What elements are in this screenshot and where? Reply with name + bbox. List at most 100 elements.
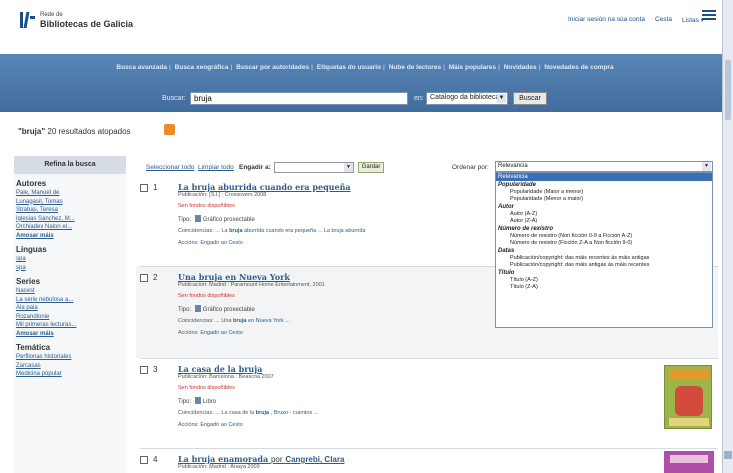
facet-item[interactable]: Strabas, Teresa <box>16 206 126 215</box>
result-title[interactable]: La casa de la bruja <box>178 364 262 374</box>
sort-group: Número de rexistro <box>498 226 554 232</box>
facet-item[interactable]: spa <box>16 255 126 264</box>
sort-option[interactable]: Autor (Z-A) <box>496 218 712 225</box>
catalog-select[interactable]: Catálogo da biblioteca ▼ <box>426 92 508 105</box>
chevron-down-icon[interactable]: ▼ <box>344 163 353 172</box>
result-availability: Sen fondos dispoñibles <box>178 203 235 209</box>
main-nav: Busca avanzada | Busca xeográfica | Buscar… <box>116 64 614 71</box>
chevron-down-icon[interactable]: ▼ <box>497 94 506 103</box>
result-publication: Publicación: Madrid : Anaya 2009 <box>178 464 260 470</box>
result-actions: Accións: Engadir ao Cesto <box>178 422 243 428</box>
scroll-down-icon[interactable] <box>724 451 732 459</box>
book-cover-thumbnail[interactable] <box>664 451 714 473</box>
results-count: 20 resultados atopados <box>45 127 131 136</box>
nav-advanced-search[interactable]: Busca avanzada <box>116 64 167 71</box>
sort-option[interactable]: Publicación/copyright: das máis recentes… <box>496 255 712 262</box>
sort-select[interactable]: Relevancia ▼ <box>495 161 713 172</box>
facet-item[interactable]: Zarcasas <box>16 362 126 371</box>
book-icon <box>194 397 201 404</box>
clear-all-link[interactable]: Limpiar todo <box>198 164 234 171</box>
add-to-cart-link[interactable]: Engadir ao Cesto <box>200 240 243 246</box>
vertical-scrollbar[interactable] <box>722 0 733 473</box>
browser-page: Rede de Bibliotecas de Galicia Iniciar s… <box>0 0 722 473</box>
logo-title[interactable]: Bibliotecas de Galicia <box>40 19 133 29</box>
sort-option[interactable]: Popularidade (Menor a maior) <box>496 196 712 203</box>
result-author[interactable]: Cangrebi, Clara <box>285 455 344 464</box>
chevron-down-icon[interactable]: ▼ <box>702 162 711 171</box>
sort-option[interactable]: Título (Z-A) <box>496 284 712 291</box>
scrollbar-thumb[interactable] <box>725 60 731 120</box>
add-to-cart-link[interactable]: Engadir ao Cesto <box>200 330 243 336</box>
nav-purchase-news[interactable]: Novedades de compra <box>544 64 613 71</box>
book-cover-thumbnail[interactable] <box>664 365 712 429</box>
add-to-select[interactable]: ▼ <box>274 162 354 173</box>
nav-most-popular[interactable]: Máis populares <box>449 64 496 71</box>
result-availability: Sen fondos dispoñibles <box>178 385 235 391</box>
result-matches: Coincidencias: ... La bruja aburrida cua… <box>178 228 366 234</box>
facet-item[interactable]: Nacest <box>16 287 126 296</box>
result-matches: Coincidencias: ... La casa de la bruja ,… <box>178 410 319 416</box>
lists-link[interactable]: Listas ▾ <box>682 16 704 24</box>
library-logo-icon[interactable] <box>20 12 36 28</box>
sort-option[interactable]: Título (A-Z) <box>496 277 712 284</box>
results-query: "bruja" <box>18 127 46 136</box>
search-button[interactable]: Buscar <box>513 92 547 105</box>
select-all-link[interactable]: Seleccionar todo <box>146 164 194 171</box>
result-title[interactable]: La bruja enamorada por Cangrebi, Clara <box>178 454 344 464</box>
nav-user-tags[interactable]: Etiquetas do usuario <box>317 64 381 71</box>
facet-item[interactable]: Iglesias Sánchez, M... <box>16 215 126 224</box>
divider <box>140 448 718 449</box>
nav-new-items[interactable]: Novidades <box>504 64 537 71</box>
nav-authority-search[interactable]: Buscar por autoridades <box>236 64 309 71</box>
show-more-link[interactable]: Amosar máis <box>16 232 126 241</box>
result-title[interactable]: Una bruja en Nueva York <box>178 272 290 282</box>
result-checkbox[interactable] <box>140 366 148 374</box>
cart-link[interactable]: Cesta <box>655 16 672 24</box>
result-checkbox[interactable] <box>140 456 148 464</box>
menu-icon[interactable] <box>702 10 716 22</box>
result-publication: Publicación: [S.l.] : Crossovers 2008 <box>178 192 267 198</box>
sort-option[interactable]: Número de rexistro (Ficción Z-A a Non fi… <box>496 240 712 247</box>
sort-option-selected[interactable]: Relevancia <box>496 173 712 181</box>
sort-option[interactable]: Autor (A-Z) <box>496 211 712 218</box>
sort-option[interactable]: Número de rexistro (Non ficción 0-9 a Fi… <box>496 233 712 240</box>
facet-item[interactable]: Pale, Manuel de <box>16 189 126 198</box>
sort-option[interactable]: Popularidade (Maior a menor) <box>496 189 712 196</box>
result-number: 2 <box>153 273 158 282</box>
result-publication: Publicación: Madrid : Paramount Home Ent… <box>178 282 325 288</box>
facet-title-series: Series <box>16 277 41 286</box>
result-actions: Accións: Engadir ao Cesto <box>178 330 243 336</box>
result-number: 1 <box>153 183 158 192</box>
show-more-link[interactable]: Amosar máis <box>16 330 126 339</box>
result-number: 4 <box>153 455 158 464</box>
sort-group: Datas <box>498 248 515 254</box>
facet-item[interactable]: Medicina popular <box>16 370 126 379</box>
sort-group: Popularidade <box>498 182 537 188</box>
facet-title-authors: Autores <box>16 179 47 188</box>
login-link[interactable]: Iniciar sesión na súa conta <box>568 16 645 24</box>
save-button[interactable]: Gardar <box>358 162 384 173</box>
facet-title-subjects: Temática <box>16 343 51 352</box>
nav-readers-cloud[interactable]: Nube de lectores <box>389 64 441 71</box>
facet-item[interactable]: Ala pala <box>16 304 126 313</box>
facet-item[interactable]: Orchiadex Nalon el... <box>16 223 126 232</box>
facet-item[interactable]: Rozandlonie <box>16 313 126 322</box>
add-to-cart-link[interactable]: Engadir ao Cesto <box>200 422 243 428</box>
facet-item[interactable]: Lunagasil, Tomas <box>16 198 126 207</box>
result-title[interactable]: La bruja aburrida cuando era pequeña <box>178 182 351 192</box>
sort-option[interactable]: Publicación/copyright: das máis antigas … <box>496 262 712 269</box>
facet-item[interactable]: Perfilonas historiales <box>16 353 126 362</box>
nav-geo-search[interactable]: Busca xeográfica <box>175 64 229 71</box>
search-input[interactable] <box>190 92 408 105</box>
site-header: Rede de Bibliotecas de Galicia Iniciar s… <box>0 0 722 38</box>
result-matches: Coincidencias: ... Una bruja en Nueva Yo… <box>178 318 290 324</box>
result-checkbox[interactable] <box>140 274 148 282</box>
facet-item[interactable]: La serie nebulosa a... <box>16 296 126 305</box>
rss-feed-icon[interactable] <box>164 124 175 135</box>
facet-item[interactable]: spa <box>16 264 126 273</box>
sort-group: Título <box>498 270 515 276</box>
facet-item[interactable]: Mil primeras lecturas... <box>16 321 126 330</box>
result-checkbox[interactable] <box>140 184 148 192</box>
result-type: Tipo: Libro <box>178 397 217 405</box>
sort-label: Ordenar por: <box>452 164 489 171</box>
